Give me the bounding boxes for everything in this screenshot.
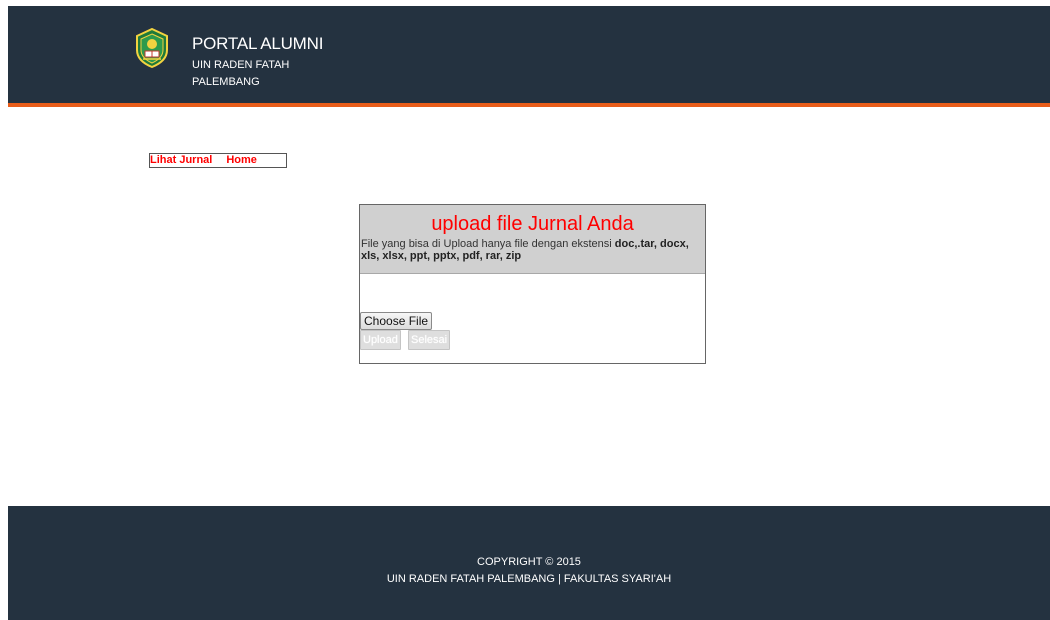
upload-form: upload file Jurnal Anda File yang bisa d… (359, 204, 706, 364)
choose-file-button[interactable]: Choose File (360, 312, 433, 330)
upload-note-text: File yang bisa di Upload hanya file deng… (361, 238, 615, 250)
upload-form-body: Choose File Upload Selesai (360, 274, 705, 363)
upload-title: upload file Jurnal Anda (431, 213, 634, 235)
upload-note: File yang bisa di Upload hanya file deng… (360, 235, 705, 262)
nav-menu: Lihat Jurnal Home (149, 153, 287, 168)
site-header: PORTAL ALUMNI UIN RADEN FATAH PALEMBANG (8, 6, 1050, 107)
nav-link-home[interactable]: Home (226, 154, 257, 167)
site-subtitle: UIN RADEN FATAH PALEMBANG (192, 59, 290, 88)
institution-text: UIN RADEN FATAH PALEMBANG | FAKULTAS SYA… (386, 573, 672, 585)
university-emblem-icon (134, 27, 170, 69)
site-title: PORTAL ALUMNI (192, 34, 324, 53)
upload-form-header: upload file Jurnal Anda File yang bisa d… (360, 205, 705, 274)
copyright-text: COPYRIGHT © 2015 (477, 556, 581, 568)
nav-link-lihat-jurnal[interactable]: Lihat Jurnal (150, 154, 212, 167)
site-footer: COPYRIGHT © 2015 UIN RADEN FATAH PALEMBA… (8, 506, 1050, 620)
finish-button[interactable]: Selesai (408, 330, 451, 350)
upload-button[interactable]: Upload (360, 330, 401, 350)
page: PORTAL ALUMNI UIN RADEN FATAH PALEMBANG … (0, 0, 1050, 620)
